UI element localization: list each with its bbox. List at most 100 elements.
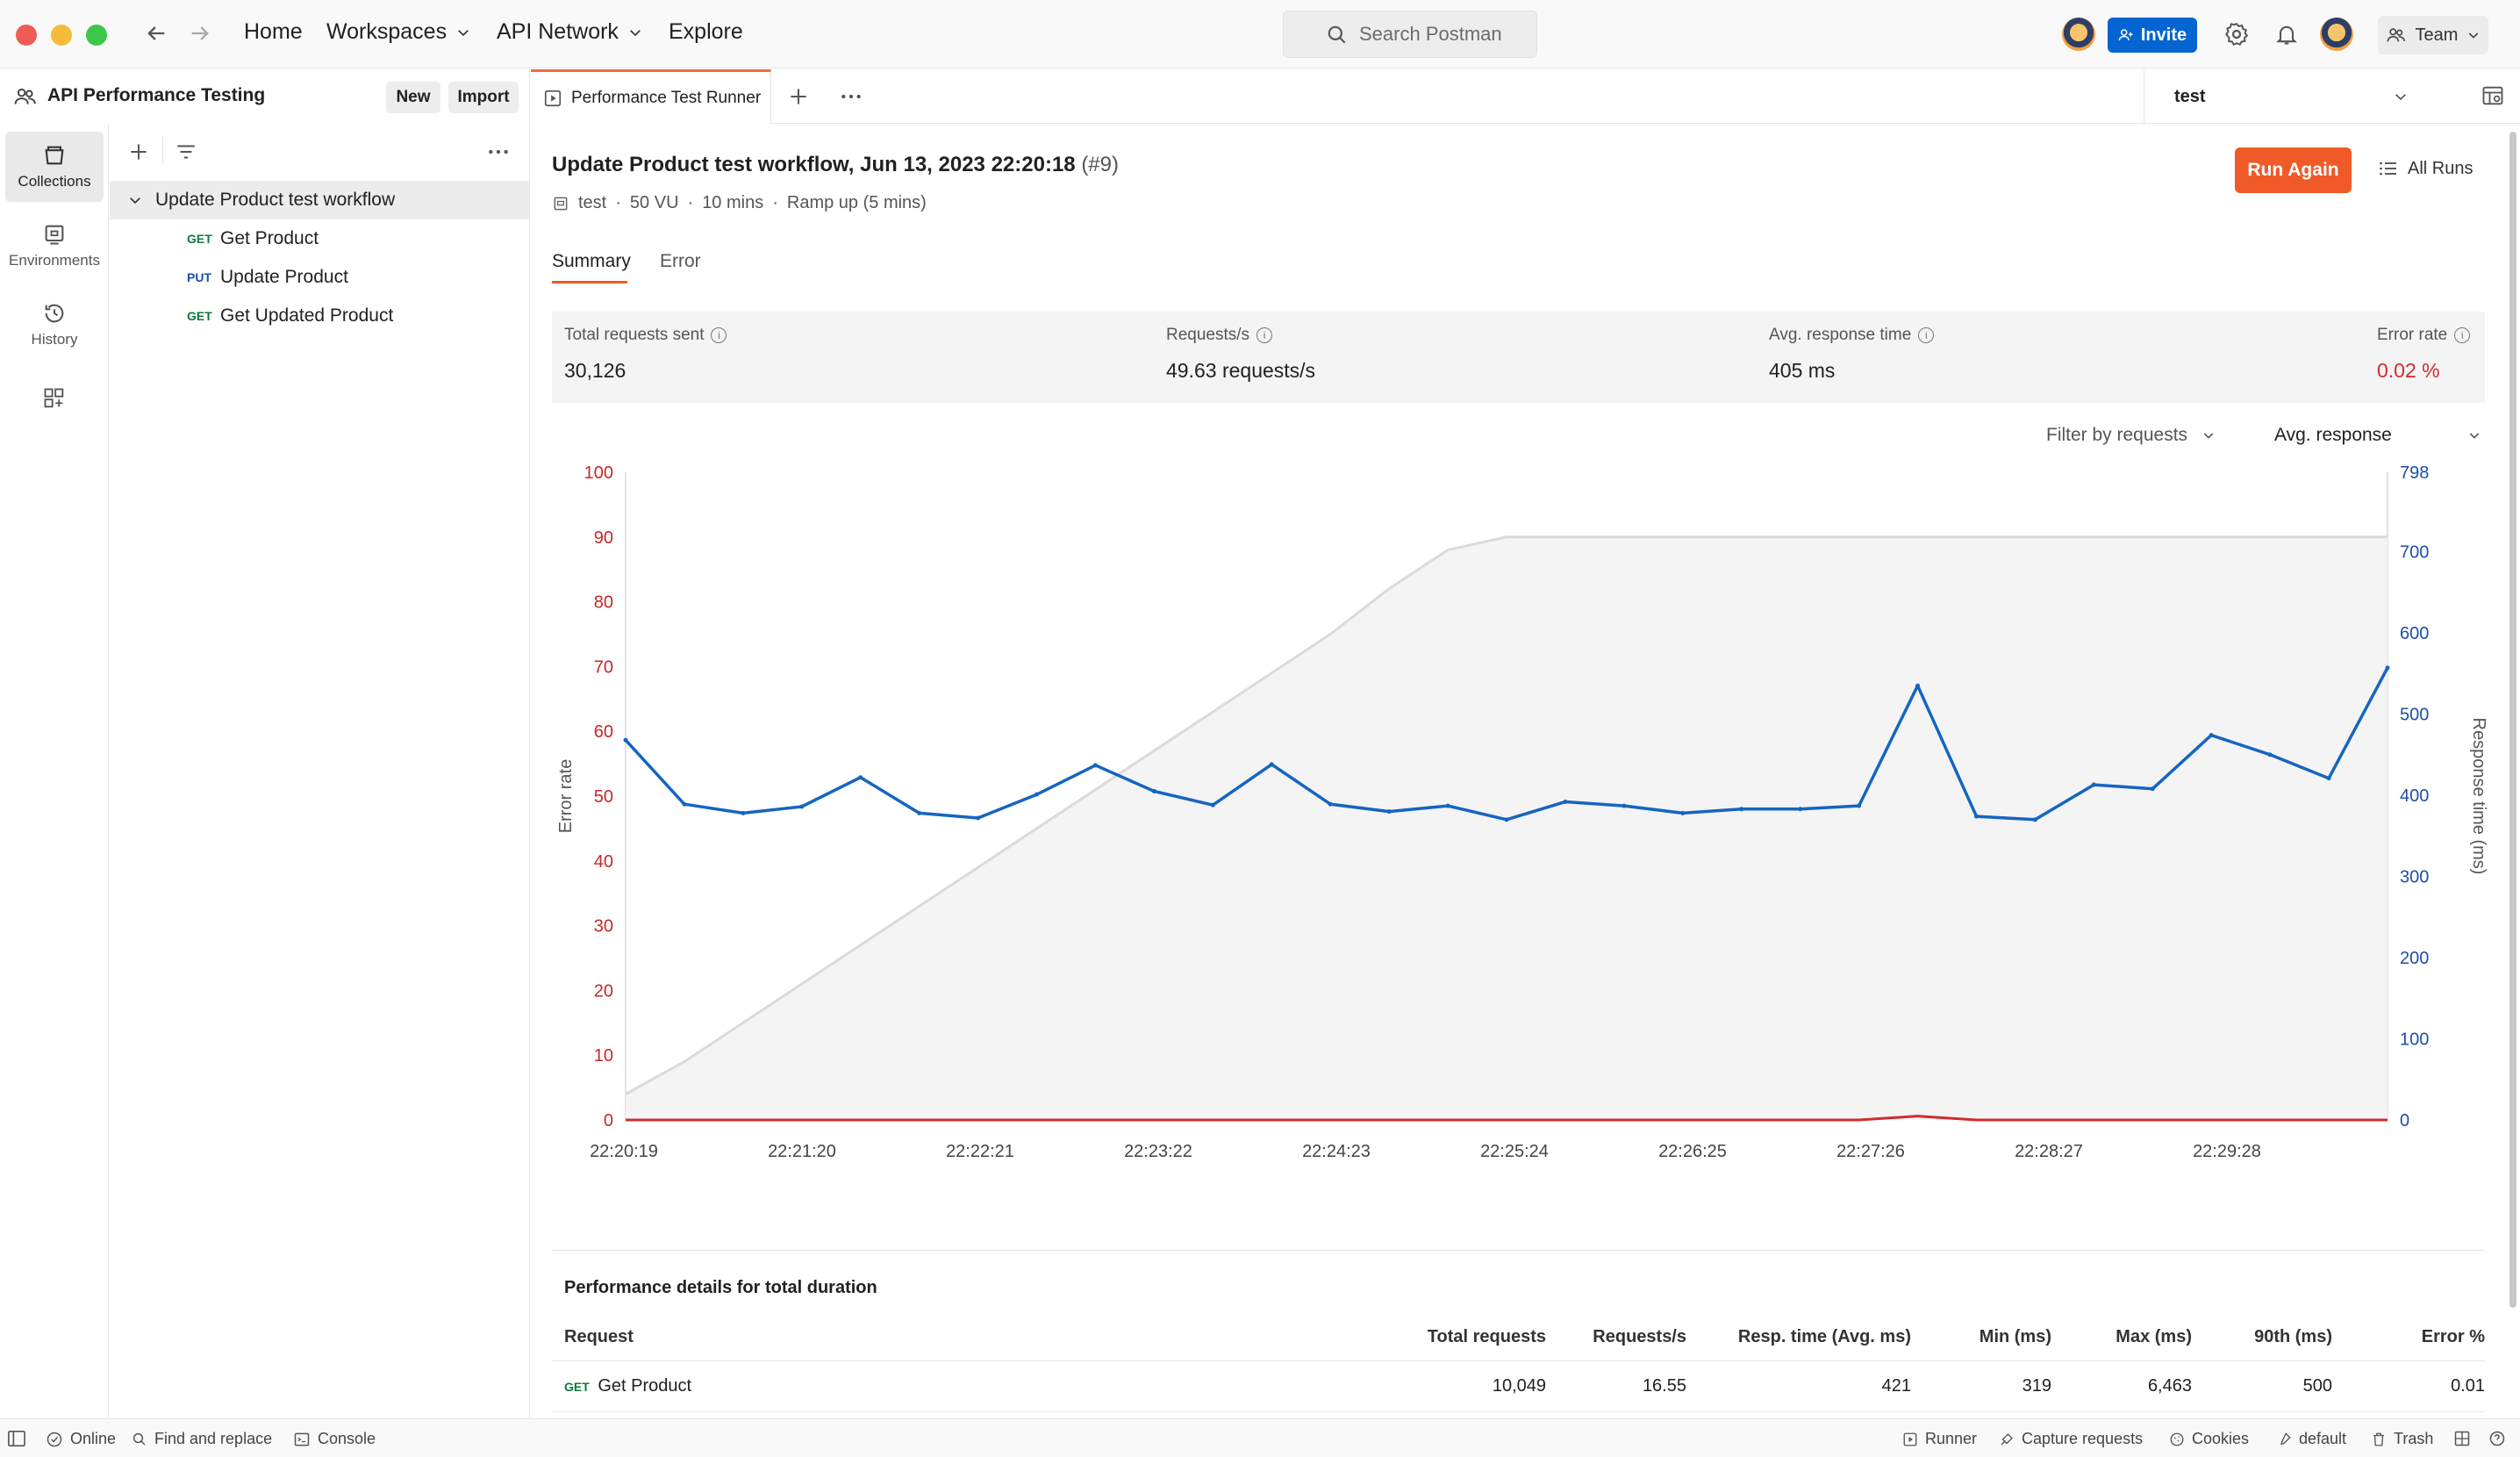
avg-response-point: [1563, 799, 1568, 804]
new-label: New: [396, 88, 431, 106]
nav-home[interactable]: Home: [244, 19, 303, 45]
request-item-update-product[interactable]: PUT Update Product: [110, 258, 529, 297]
capture-icon: [2001, 1432, 2013, 1445]
environment-selector[interactable]: test: [2144, 69, 2438, 124]
left-tick-label: 90: [594, 528, 613, 548]
nav-workspaces-label: Workspaces: [326, 19, 447, 44]
runner-button[interactable]: Runner: [1902, 1430, 1977, 1448]
environment-name: test: [2174, 86, 2206, 106]
request-name: Get Product: [598, 1376, 692, 1396]
stat-label: Total requests sent: [564, 326, 705, 344]
rail-item-environments[interactable]: Environments: [5, 211, 104, 281]
minimize-window-button[interactable]: [51, 25, 72, 46]
avg-response-point: [1328, 801, 1333, 807]
filter-by-requests-dropdown[interactable]: Filter by requests: [2046, 425, 2216, 446]
layout-toggle-icon[interactable]: [2453, 1430, 2471, 1447]
help-icon[interactable]: [2488, 1430, 2506, 1447]
tab-strip: Performance Test Runner test: [531, 69, 2520, 124]
nav-explore[interactable]: Explore: [669, 19, 743, 45]
plus-icon[interactable]: [127, 140, 150, 163]
nav-api-network[interactable]: API Network: [497, 19, 643, 45]
close-window-button[interactable]: [16, 25, 37, 46]
workspace-avatar[interactable]: [2062, 18, 2095, 51]
filter-icon[interactable]: [175, 140, 197, 163]
left-tick-label: 10: [594, 1046, 613, 1066]
online-status[interactable]: Online: [46, 1430, 116, 1448]
import-button[interactable]: Import: [448, 82, 519, 113]
request-item-get-product[interactable]: GET Get Product: [110, 219, 529, 258]
avg-response-point: [1973, 814, 1979, 819]
maximize-window-button[interactable]: [86, 25, 107, 46]
x-tick-label: 22:26:25: [1658, 1142, 1727, 1161]
vault-button[interactable]: default: [2276, 1430, 2346, 1448]
active-tab-indicator: [552, 281, 627, 284]
rail-label-history: History: [31, 331, 78, 348]
info-icon[interactable]: i: [1256, 327, 1273, 343]
request-item-get-updated-product[interactable]: GET Get Updated Product: [110, 297, 529, 335]
info-icon[interactable]: i: [2454, 327, 2471, 343]
avg-response-point: [623, 737, 628, 743]
chevron-down-icon: [2395, 94, 2406, 101]
vertical-scrollbar[interactable]: [2509, 132, 2516, 1308]
avg-response-point: [1092, 763, 1098, 768]
cell-max: 6,463: [2147, 1376, 2192, 1396]
y-axis-label-left: Error rate: [556, 759, 576, 833]
avg-response-point: [917, 810, 922, 815]
workspace-name[interactable]: API Performance Testing: [47, 85, 265, 106]
environment-quick-look-icon[interactable]: [2481, 83, 2505, 108]
more-options-icon[interactable]: [487, 144, 510, 160]
team-button[interactable]: Team: [2378, 16, 2488, 54]
nav-workspaces[interactable]: Workspaces: [326, 19, 471, 45]
new-tab-plus-icon[interactable]: [787, 85, 810, 108]
rail-item-configure[interactable]: [5, 376, 104, 421]
metric-label: Avg. response: [2274, 425, 2392, 445]
find-label: Find and replace: [154, 1430, 273, 1447]
metric-dropdown[interactable]: Avg. response: [2274, 425, 2481, 446]
info-icon[interactable]: i: [1918, 327, 1935, 343]
tab-summary[interactable]: Summary: [552, 251, 631, 272]
toggle-sidebar-icon[interactable]: [7, 1430, 26, 1447]
find-and-replace[interactable]: Find and replace: [132, 1430, 272, 1448]
x-tick-label: 22:20:19: [590, 1142, 658, 1161]
method-badge: GET: [564, 1380, 590, 1394]
notifications-bell-icon[interactable]: [2274, 21, 2299, 47]
rail-item-collections[interactable]: Collections: [5, 132, 104, 202]
invite-button[interactable]: Invite: [2108, 18, 2197, 53]
forward-arrow-icon[interactable]: [188, 21, 212, 46]
rail-item-history[interactable]: History: [5, 290, 104, 360]
user-avatar[interactable]: [2320, 18, 2353, 51]
new-button[interactable]: New: [386, 82, 440, 113]
settings-gear-icon[interactable]: [2223, 21, 2250, 47]
avg-response-point: [2326, 776, 2331, 781]
right-tick-label: 400: [2400, 786, 2429, 806]
console-button[interactable]: Console: [293, 1430, 376, 1448]
column-header-request: Request: [564, 1327, 634, 1346]
table-row-request[interactable]: GET Get Product: [564, 1376, 691, 1396]
cell-avg-response: 421: [1881, 1376, 1911, 1396]
avg-response-point: [1445, 803, 1450, 808]
chevron-down-icon: [630, 29, 641, 36]
capture-requests-button[interactable]: Capture requests: [1999, 1430, 2143, 1448]
cookies-button[interactable]: Cookies: [2169, 1430, 2249, 1448]
trash-button[interactable]: Trash: [2371, 1430, 2433, 1448]
right-tick-label: 200: [2400, 949, 2429, 968]
info-icon[interactable]: i: [711, 327, 727, 343]
tab-performance-test-runner[interactable]: Performance Test Runner: [531, 69, 771, 124]
tab-error[interactable]: Error: [660, 251, 701, 272]
tab-more-icon[interactable]: [840, 89, 863, 104]
search-input[interactable]: Search Postman: [1283, 11, 1537, 58]
column-header-requests-per-second: Requests/s: [1593, 1327, 1686, 1346]
left-tick-label: 30: [594, 917, 613, 937]
console-label: Console: [318, 1430, 376, 1447]
stat-total-requests: Total requests sent i 30,126: [564, 326, 727, 383]
team-label: Team: [2415, 25, 2459, 45]
tab-error-label: Error: [660, 251, 701, 271]
x-tick-label: 22:24:23: [1302, 1142, 1371, 1161]
collection-item[interactable]: Update Product test workflow: [110, 181, 529, 219]
avg-response-point: [682, 801, 687, 807]
search-icon: [1328, 25, 1346, 44]
run-again-button[interactable]: Run Again: [2235, 147, 2352, 193]
all-runs-button[interactable]: All Runs: [2378, 158, 2473, 179]
back-arrow-icon[interactable]: [144, 21, 168, 46]
left-tick-label: 20: [594, 981, 613, 1001]
